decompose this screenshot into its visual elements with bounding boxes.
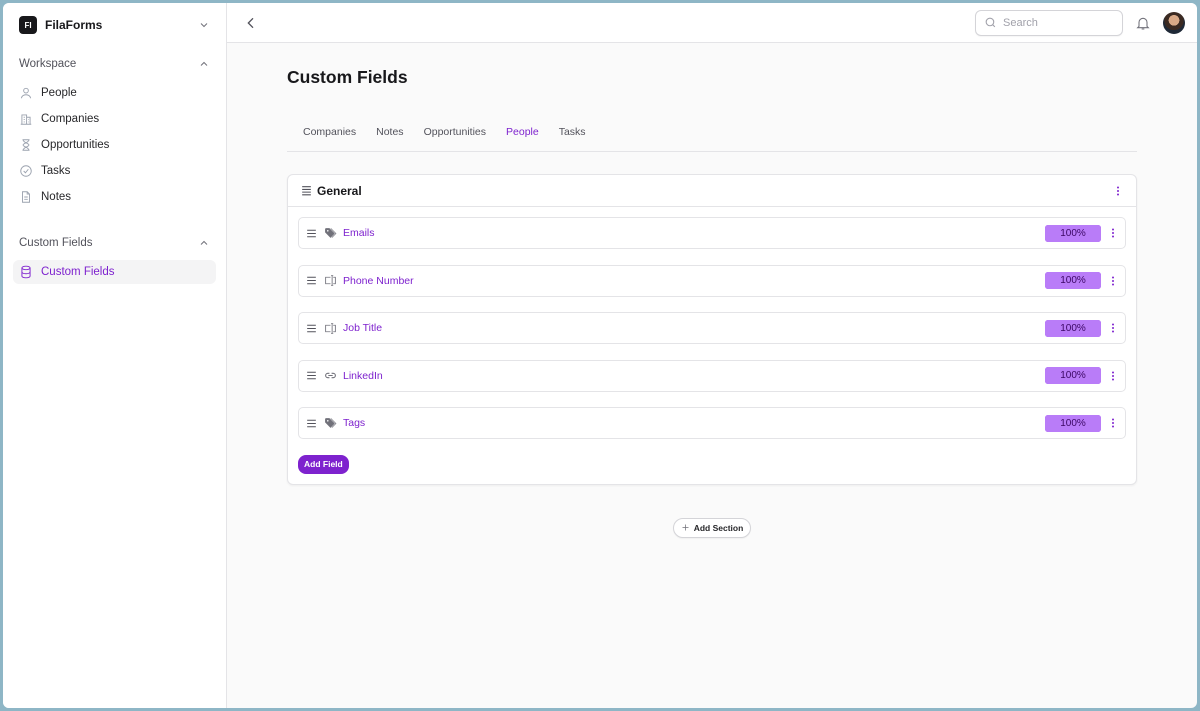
page-title: Custom Fields xyxy=(287,67,408,87)
search-box[interactable] xyxy=(975,9,1123,36)
field-width-label: 100% xyxy=(1060,417,1086,429)
link-icon xyxy=(324,369,337,382)
field-name[interactable]: Job Title xyxy=(343,322,1045,334)
sidebar-group-label: Custom Fields xyxy=(19,237,93,249)
section-body: Emails 100% Phone Number 100% Job Title … xyxy=(288,207,1136,484)
topbar xyxy=(227,3,1197,43)
more-vertical-icon[interactable] xyxy=(1107,274,1119,288)
add-section-wrap: Add Section xyxy=(287,517,1137,538)
field-width-badge[interactable]: 100% xyxy=(1045,414,1101,432)
text-input-icon xyxy=(324,274,337,287)
sidebar-item-tasks[interactable]: Tasks xyxy=(13,159,216,183)
drag-handle-icon[interactable] xyxy=(305,417,318,430)
brand-switcher[interactable]: FI FilaForms xyxy=(3,3,226,47)
brand-name: FilaForms xyxy=(45,18,103,32)
field-width-badge[interactable]: 100% xyxy=(1045,224,1101,242)
drag-handle-icon[interactable] xyxy=(305,322,318,335)
more-vertical-icon[interactable] xyxy=(1107,226,1119,240)
back-arrow-icon[interactable] xyxy=(243,15,259,31)
sidebar-item-label: Tasks xyxy=(41,165,71,177)
add-section-button[interactable]: Add Section xyxy=(672,517,752,538)
field-row: Tags 100% xyxy=(298,407,1126,439)
sidebar-item-companies[interactable]: Companies xyxy=(13,107,216,131)
tab-people[interactable]: People xyxy=(496,114,549,151)
field-name[interactable]: LinkedIn xyxy=(343,370,1045,382)
main-area: Custom Fields Companies Notes Opportunit… xyxy=(227,3,1197,708)
drag-handle-icon[interactable] xyxy=(300,184,313,197)
search-icon xyxy=(984,16,997,29)
section-card: General Emails 100% Phone Number 100% Jo… xyxy=(287,174,1137,485)
sidebar-item-label: Companies xyxy=(41,113,100,125)
sidebar-item-label: Notes xyxy=(41,191,72,203)
sidebar-item-opportunities[interactable]: Opportunities xyxy=(13,133,216,157)
tag-icon xyxy=(324,417,337,430)
chevron-up-icon xyxy=(198,237,210,249)
avatar[interactable] xyxy=(1163,11,1185,34)
field-row: Job Title 100% xyxy=(298,312,1126,344)
check-circle-icon xyxy=(19,164,33,178)
sidebar-item-custom-fields[interactable]: Custom Fields xyxy=(13,260,216,284)
sidebar-item-people[interactable]: People xyxy=(13,81,216,105)
more-vertical-icon[interactable] xyxy=(1112,184,1124,198)
sidebar-item-label: Custom Fields xyxy=(41,266,115,278)
bell-icon[interactable] xyxy=(1135,15,1151,31)
tab-companies[interactable]: Companies xyxy=(293,114,366,151)
page-content: Custom Fields Companies Notes Opportunit… xyxy=(287,43,1137,538)
document-icon xyxy=(19,190,33,204)
add-section-label: Add Section xyxy=(693,522,744,533)
tab-tasks[interactable]: Tasks xyxy=(549,114,596,151)
field-width-badge[interactable]: 100% xyxy=(1045,319,1101,337)
tab-bar: Companies Notes Opportunities People Tas… xyxy=(287,114,1137,152)
app-window: FI FilaForms Workspace People Companies xyxy=(3,3,1197,708)
tab-opportunities[interactable]: Opportunities xyxy=(414,114,496,151)
field-name[interactable]: Tags xyxy=(343,417,1045,429)
more-vertical-icon[interactable] xyxy=(1107,321,1119,335)
text-input-icon xyxy=(324,322,337,335)
sidebar-item-notes[interactable]: Notes xyxy=(13,185,216,209)
more-vertical-icon[interactable] xyxy=(1107,369,1119,383)
search-input[interactable] xyxy=(1003,16,1103,29)
field-width-label: 100% xyxy=(1060,370,1086,381)
chevron-up-icon xyxy=(198,58,210,70)
more-vertical-icon[interactable] xyxy=(1107,416,1119,430)
sidebar: FI FilaForms Workspace People Companies xyxy=(3,3,227,708)
drag-handle-icon[interactable] xyxy=(305,369,318,382)
hourglass-icon xyxy=(19,138,33,152)
sidebar-group-workspace[interactable]: Workspace xyxy=(3,51,226,77)
field-row: Phone Number 100% xyxy=(298,264,1126,297)
field-width-label: 100% xyxy=(1060,322,1086,334)
field-row: LinkedIn 100% xyxy=(298,359,1126,392)
sidebar-group-label: Workspace xyxy=(19,58,77,70)
sidebar-item-label: Opportunities xyxy=(41,139,110,151)
section-title: General xyxy=(317,183,362,198)
database-icon xyxy=(19,265,33,279)
field-row: Emails 100% xyxy=(298,217,1126,249)
section-header: General xyxy=(288,175,1136,207)
sidebar-item-label: People xyxy=(41,87,77,99)
chevron-down-icon xyxy=(198,19,210,31)
tag-icon xyxy=(324,227,337,240)
sidebar-group-custom-fields[interactable]: Custom Fields xyxy=(3,230,226,256)
tab-notes[interactable]: Notes xyxy=(366,114,413,151)
field-width-badge[interactable]: 100% xyxy=(1045,367,1101,384)
drag-handle-icon[interactable] xyxy=(305,274,318,287)
brand-logo: FI xyxy=(19,16,37,34)
building-icon xyxy=(19,112,33,126)
field-width-label: 100% xyxy=(1060,275,1086,286)
field-name[interactable]: Emails xyxy=(343,227,1045,239)
field-width-badge[interactable]: 100% xyxy=(1045,272,1101,289)
plus-icon xyxy=(681,523,690,532)
drag-handle-icon[interactable] xyxy=(305,227,318,240)
field-width-label: 100% xyxy=(1060,227,1086,239)
add-field-button[interactable]: Add Field xyxy=(298,454,349,474)
user-icon xyxy=(19,86,33,100)
field-name[interactable]: Phone Number xyxy=(343,275,1045,287)
